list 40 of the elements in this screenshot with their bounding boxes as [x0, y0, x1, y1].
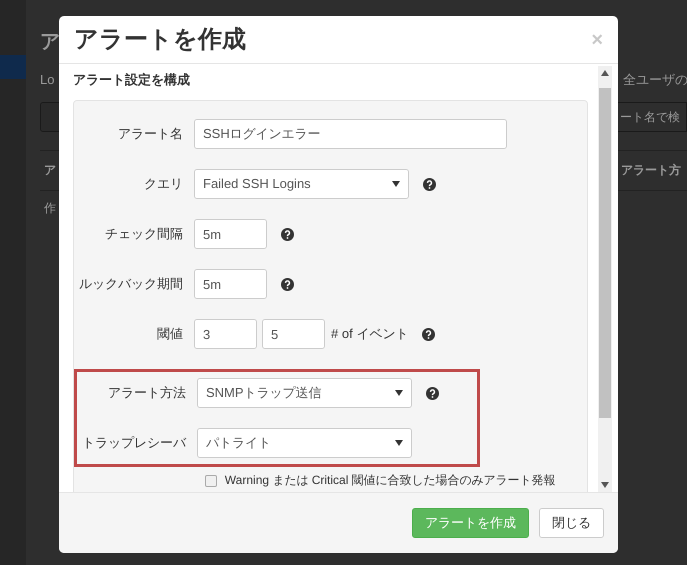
- page-subtitle: Lo: [40, 71, 54, 89]
- section-title: アラート設定を構成: [73, 71, 191, 89]
- select-field[interactable]: Failed SSH Logins: [194, 169, 409, 199]
- scroll-up-icon[interactable]: [601, 70, 609, 76]
- field-label: 閾値: [156, 325, 184, 344]
- number-field[interactable]: 3: [194, 319, 257, 349]
- dropdown-caret-icon: [392, 181, 400, 187]
- unit-label: # of イベント: [331, 325, 408, 344]
- checkbox-label: Warning または Critical 閾値に合致した場合のみアラート発報: [224, 473, 557, 488]
- dropdown-caret-icon: [395, 390, 403, 396]
- help-icon: [423, 178, 436, 190]
- select-field[interactable]: パトライト: [197, 428, 412, 458]
- field-label: アラート方法: [107, 384, 187, 402]
- field-label: アラート名: [117, 125, 184, 144]
- field-label: チェック間隔: [104, 225, 184, 244]
- text-field[interactable]: SSHログインエラー: [194, 119, 507, 149]
- search-field[interactable]: ート名で検: [617, 102, 687, 132]
- text-field[interactable]: 5m: [194, 269, 267, 299]
- column-header: アラート方: [621, 162, 682, 179]
- dialog-title: アラートを作成: [74, 24, 246, 54]
- field-label: クエリ: [143, 175, 184, 194]
- column-header: ア: [44, 162, 56, 179]
- field-label: ルックバック期間: [78, 275, 184, 294]
- select-field[interactable]: SNMPトラップ送信: [197, 378, 412, 408]
- number-field[interactable]: 5: [262, 319, 325, 349]
- page-note: 全ユーザの: [623, 71, 687, 89]
- close-dialog-button[interactable]: 閉じる: [539, 508, 604, 538]
- field-label: トラップレシーバ: [81, 434, 188, 452]
- help-icon: [281, 278, 294, 290]
- scroll-thumb[interactable]: [599, 88, 611, 418]
- checkbox[interactable]: [205, 475, 217, 487]
- help-icon: [281, 228, 294, 240]
- dropdown-caret-icon: [395, 440, 403, 446]
- scrollbar[interactable]: [598, 66, 612, 492]
- help-icon: [426, 386, 439, 400]
- text-field[interactable]: 5m: [194, 219, 267, 249]
- scroll-down-icon[interactable]: [601, 482, 609, 488]
- help-icon: [422, 328, 436, 340]
- page-title: ア: [40, 30, 60, 55]
- table-cell-text: 作: [44, 200, 56, 217]
